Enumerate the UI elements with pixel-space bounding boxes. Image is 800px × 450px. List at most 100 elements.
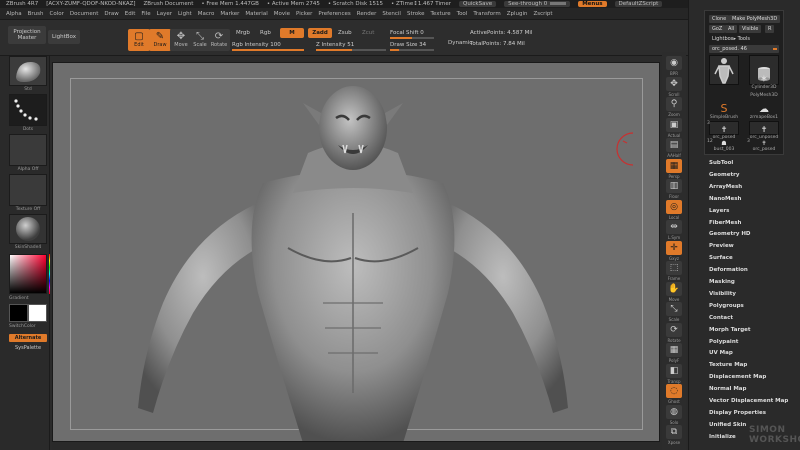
lightbox-tools-button[interactable]: Lightbox▸ Tools bbox=[709, 35, 753, 43]
submenu-subtool[interactable]: SubTool bbox=[709, 160, 733, 166]
actual-button[interactable]: ▣ Actual bbox=[664, 117, 684, 138]
z-intensity-slider[interactable]: Z Intensity 51 bbox=[316, 40, 386, 51]
gxyz-button[interactable]: ✛ Gxyz bbox=[664, 240, 684, 261]
default-script-button[interactable]: DefaultZScript bbox=[614, 1, 663, 7]
tool-thumb-orc-posed2[interactable]: ✝ bbox=[749, 139, 779, 147]
zadd-button[interactable]: Zadd bbox=[308, 28, 332, 38]
menu-texture[interactable]: Texture bbox=[431, 11, 451, 17]
visible-button[interactable]: Visible bbox=[739, 25, 762, 33]
move-button[interactable]: ✋ Move bbox=[664, 281, 684, 302]
goz-button[interactable]: GoZ bbox=[709, 25, 726, 33]
lightbox-button[interactable]: LightBox bbox=[48, 30, 80, 44]
material-selector[interactable] bbox=[9, 214, 47, 244]
secondary-color-swatch[interactable] bbox=[28, 304, 47, 322]
zoom-button[interactable]: ⚲ Zoom bbox=[664, 97, 684, 117]
alpha-selector[interactable] bbox=[9, 134, 47, 166]
bpr-button[interactable]: ◉ BPR bbox=[664, 56, 684, 76]
menu-macro[interactable]: Macro bbox=[198, 11, 215, 17]
submenu-deformation[interactable]: Deformation bbox=[709, 267, 748, 273]
menu-zplugin[interactable]: Zplugin bbox=[507, 11, 528, 17]
current-tool-slider[interactable]: orc_posed. 46 bbox=[709, 45, 779, 53]
switch-color-label[interactable]: SwitchColor bbox=[9, 324, 47, 329]
xpose-button[interactable]: ⧉ Xpose bbox=[664, 425, 684, 445]
submenu-unified-skin[interactable]: Unified Skin bbox=[709, 422, 746, 428]
submenu-initialize[interactable]: Initialize bbox=[709, 434, 736, 440]
submenu-polypaint[interactable]: Polypaint bbox=[709, 339, 738, 345]
menu-light[interactable]: Light bbox=[178, 11, 192, 17]
submenu-layers[interactable]: Layers bbox=[709, 208, 729, 214]
menu-marker[interactable]: Marker bbox=[220, 11, 239, 17]
menu-zscript[interactable]: Zscript bbox=[533, 11, 552, 17]
rgb-button[interactable]: Rgb bbox=[256, 28, 275, 38]
menu-color[interactable]: Color bbox=[50, 11, 64, 17]
local-button[interactable]: ◎ Local bbox=[664, 199, 684, 220]
make-polymesh-button[interactable]: Make PolyMesh3D bbox=[729, 15, 781, 23]
submenu-nanomesh[interactable]: NanoMesh bbox=[709, 196, 741, 202]
menu-transform[interactable]: Transform bbox=[473, 11, 500, 17]
polyf-button[interactable]: ▦ PolyF bbox=[664, 343, 684, 363]
submenu-polygroups[interactable]: Polygroups bbox=[709, 303, 744, 309]
menu-brush[interactable]: Brush bbox=[28, 11, 44, 17]
tool-thumb-simplebrush[interactable]: S bbox=[709, 95, 739, 115]
color-picker[interactable] bbox=[9, 254, 47, 294]
scale-button[interactable]: ⤡ Scale bbox=[664, 302, 684, 322]
menu-document[interactable]: Document bbox=[70, 11, 99, 17]
menu-alpha[interactable]: Alpha bbox=[6, 11, 22, 17]
submenu-surface[interactable]: Surface bbox=[709, 255, 733, 261]
submenu-displacement-map[interactable]: Displacement Map bbox=[709, 374, 766, 380]
quicksave-button[interactable]: QuickSave bbox=[459, 1, 497, 7]
submenu-uv-map[interactable]: UV Map bbox=[709, 350, 733, 356]
r-button[interactable]: R bbox=[765, 25, 775, 33]
tool-thumb-orc-unposed[interactable]: ✝ bbox=[749, 121, 779, 135]
stroke-selector[interactable] bbox=[9, 94, 47, 126]
submenu-fibermesh[interactable]: FiberMesh bbox=[709, 220, 741, 226]
edit-button[interactable]: ▢ Edit bbox=[128, 29, 150, 51]
submenu-contact[interactable]: Contact bbox=[709, 315, 733, 321]
submenu-geometry[interactable]: Geometry bbox=[709, 172, 739, 178]
see-through-slider[interactable]: See-through 0 bbox=[504, 1, 571, 7]
submenu-masking[interactable]: Masking bbox=[709, 279, 735, 285]
rgb-intensity-slider[interactable]: Rgb Intensity 100 bbox=[232, 40, 304, 51]
persp-button[interactable]: ▦ Persp bbox=[664, 158, 684, 179]
zsub-button[interactable]: Zsub bbox=[334, 28, 356, 38]
floor-button[interactable]: ▥ Floor bbox=[664, 179, 684, 199]
tool-thumb-polymesh[interactable]: ✶ bbox=[749, 73, 779, 85]
submenu-geometry-hd[interactable]: Geometry HD bbox=[709, 231, 751, 237]
submenu-visibility[interactable]: Visibility bbox=[709, 291, 736, 297]
menu-stroke[interactable]: Stroke bbox=[407, 11, 425, 17]
aahalf-button[interactable]: ▤ AAHalf bbox=[664, 138, 684, 158]
submenu-vector-displacement-map[interactable]: Vector Displacement Map bbox=[709, 398, 788, 404]
clone-button[interactable]: Clone bbox=[709, 15, 730, 23]
solo-button[interactable]: ◍ Solo bbox=[664, 404, 684, 425]
menu-layer[interactable]: Layer bbox=[157, 11, 172, 17]
menu-movie[interactable]: Movie bbox=[274, 11, 290, 17]
alternate-button[interactable]: Alternate bbox=[9, 334, 47, 342]
syspalette-button[interactable]: SysPalette bbox=[9, 344, 47, 352]
m-button[interactable]: M bbox=[280, 28, 304, 38]
rotate-button[interactable]: ⟳ Rotate bbox=[664, 322, 684, 343]
submenu-texture-map[interactable]: Texture Map bbox=[709, 362, 747, 368]
tool-thumb-orc-posed[interactable]: ✝ bbox=[709, 121, 739, 135]
canvas-viewport[interactable] bbox=[52, 62, 660, 442]
scroll-button[interactable]: ✥ Scroll bbox=[664, 76, 684, 97]
zcut-button[interactable]: Zcut bbox=[358, 28, 378, 38]
submenu-normal-map[interactable]: Normal Map bbox=[709, 386, 746, 392]
rotate-button[interactable]: ⟳ Rotate bbox=[208, 29, 230, 51]
brush-selector[interactable] bbox=[9, 56, 47, 86]
texture-selector[interactable] bbox=[9, 174, 47, 206]
tool-thumb-mapebox[interactable]: ☁ bbox=[749, 99, 779, 115]
tool-thumb-humanoid[interactable] bbox=[709, 55, 739, 85]
primary-color-swatch[interactable] bbox=[9, 304, 28, 322]
menu-tool[interactable]: Tool bbox=[457, 11, 468, 17]
submenu-arraymesh[interactable]: ArrayMesh bbox=[709, 184, 742, 190]
ghost-button[interactable]: ◌ Ghost bbox=[664, 384, 684, 404]
focal-shift-slider[interactable]: Focal Shift 0 bbox=[390, 28, 434, 39]
menu-render[interactable]: Render bbox=[357, 11, 377, 17]
mrgb-button[interactable]: Mrgb bbox=[232, 28, 254, 38]
projection-master-button[interactable]: Projection Master bbox=[8, 26, 46, 44]
menu-stencil[interactable]: Stencil bbox=[382, 11, 401, 17]
menu-preferences[interactable]: Preferences bbox=[318, 11, 350, 17]
menu-edit[interactable]: Edit bbox=[125, 11, 136, 17]
menus-button[interactable]: Menus bbox=[578, 1, 607, 7]
submenu-display-properties[interactable]: Display Properties bbox=[709, 410, 766, 416]
